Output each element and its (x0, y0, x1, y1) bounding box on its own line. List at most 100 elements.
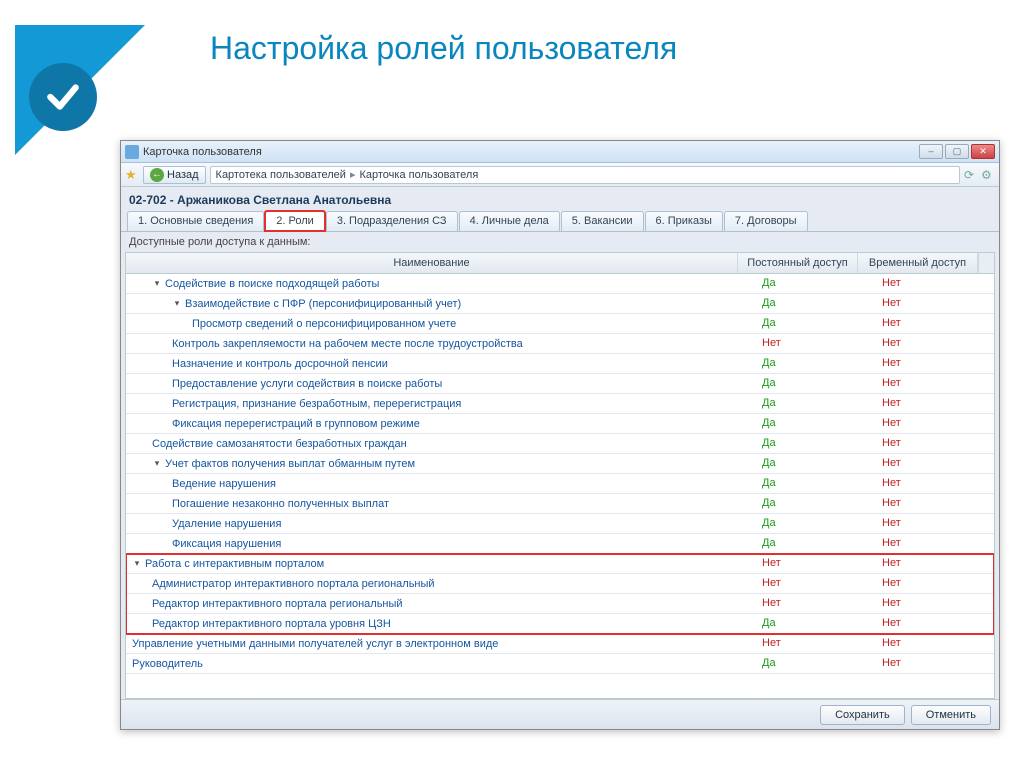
window-maximize-button[interactable]: ▢ (945, 144, 969, 159)
row-temporary[interactable]: Нет (874, 594, 994, 613)
row-temporary[interactable]: Нет (874, 554, 994, 573)
row-name-text: Администратор интерактивного портала рег… (152, 578, 435, 590)
table-row[interactable]: Администратор интерактивного портала рег… (126, 574, 994, 594)
tree-toggle-icon[interactable]: ▾ (132, 559, 142, 569)
row-temporary[interactable]: Нет (874, 494, 994, 513)
tab-0[interactable]: 1. Основные сведения (127, 211, 264, 231)
row-permanent[interactable]: Да (754, 474, 874, 493)
row-permanent[interactable]: Нет (754, 334, 874, 353)
table-row[interactable]: Редактор интерактивного портала регионал… (126, 594, 994, 614)
row-permanent[interactable]: Да (754, 414, 874, 433)
row-name-text: Содействие в поиске подходящей работы (165, 278, 379, 290)
table-row[interactable]: Руководитель ДаНет (126, 654, 994, 674)
row-permanent[interactable]: Нет (754, 574, 874, 593)
table-row[interactable]: ▾Учет фактов получения выплат обманным п… (126, 454, 994, 474)
table-row[interactable]: Погашение незаконно полученных выплатДаН… (126, 494, 994, 514)
table-row[interactable]: Контроль закрепляемости на рабочем месте… (126, 334, 994, 354)
row-permanent[interactable]: Да (754, 294, 874, 313)
row-permanent[interactable]: Нет (754, 554, 874, 573)
tab-3[interactable]: 4. Личные дела (459, 211, 560, 231)
row-temporary[interactable]: Нет (874, 314, 994, 333)
table-row[interactable]: Управление учетными данными получателей … (126, 634, 994, 654)
tab-6[interactable]: 7. Договоры (724, 211, 808, 231)
tab-4[interactable]: 5. Вакансии (561, 211, 644, 231)
row-name-text: Редактор интерактивного портала регионал… (152, 598, 403, 610)
table-row[interactable]: Удаление нарушенияДаНет (126, 514, 994, 534)
column-permanent[interactable]: Постоянный доступ (738, 253, 858, 273)
column-temporary[interactable]: Временный доступ (858, 253, 978, 273)
breadcrumb-part1: Картотека пользователей (216, 169, 346, 181)
row-temporary[interactable]: Нет (874, 374, 994, 393)
highlighted-role-block: ▾Работа с интерактивным порталомНетНет Ад… (126, 554, 994, 634)
window-close-button[interactable]: ✕ (971, 144, 995, 159)
table-row[interactable]: Регистрация, признание безработным, пере… (126, 394, 994, 414)
save-button[interactable]: Сохранить (820, 705, 905, 725)
tree-toggle-icon[interactable]: ▾ (152, 279, 162, 289)
row-temporary[interactable]: Нет (874, 394, 994, 413)
row-permanent[interactable]: Да (754, 314, 874, 333)
window-minimize-button[interactable]: – (919, 144, 943, 159)
row-name-text: Учет фактов получения выплат обманным пу… (165, 458, 415, 470)
row-permanent[interactable]: Да (754, 494, 874, 513)
row-name: Фиксация перерегистраций в групповом реж… (126, 414, 754, 433)
row-permanent[interactable]: Да (754, 274, 874, 293)
table-row[interactable]: ▾Содействие в поиске подходящей работыДа… (126, 274, 994, 294)
table-row[interactable]: Предоставление услуги содействия в поиск… (126, 374, 994, 394)
window-titlebar[interactable]: Карточка пользователя – ▢ ✕ (121, 141, 999, 163)
row-temporary[interactable]: Нет (874, 654, 994, 673)
table-row[interactable]: Фиксация нарушенияДаНет (126, 534, 994, 554)
row-permanent[interactable]: Да (754, 534, 874, 553)
row-permanent[interactable]: Нет (754, 634, 874, 653)
row-name: Назначение и контроль досрочной пенсии (126, 354, 754, 373)
row-temporary[interactable]: Нет (874, 294, 994, 313)
row-name: ▾Содействие в поиске подходящей работы (126, 274, 754, 293)
column-name[interactable]: Наименование (126, 253, 738, 273)
row-permanent[interactable]: Да (754, 654, 874, 673)
row-temporary[interactable]: Нет (874, 474, 994, 493)
table-row[interactable]: Содействие самозанятости безработных гра… (126, 434, 994, 454)
row-name: ▾Взаимодействие с ПФР (персонифицированн… (126, 294, 754, 313)
row-temporary[interactable]: Нет (874, 534, 994, 553)
refresh-icon[interactable]: ⟳ (964, 168, 978, 182)
row-temporary[interactable]: Нет (874, 274, 994, 293)
row-temporary[interactable]: Нет (874, 614, 994, 633)
row-temporary[interactable]: Нет (874, 574, 994, 593)
table-row[interactable]: Просмотр сведений о персонифицированном … (126, 314, 994, 334)
row-name-text: Контроль закрепляемости на рабочем месте… (172, 338, 523, 350)
gear-icon[interactable]: ⚙ (981, 168, 995, 182)
row-name-text: Руководитель (132, 658, 203, 670)
row-name-text: Редактор интерактивного портала уровня Ц… (152, 618, 391, 630)
cancel-button[interactable]: Отменить (911, 705, 991, 725)
row-temporary[interactable]: Нет (874, 414, 994, 433)
row-permanent[interactable]: Да (754, 514, 874, 533)
favorite-icon[interactable]: ★ (125, 168, 139, 182)
row-permanent[interactable]: Да (754, 454, 874, 473)
row-temporary[interactable]: Нет (874, 514, 994, 533)
tab-1[interactable]: 2. Роли (265, 211, 325, 231)
row-permanent[interactable]: Да (754, 354, 874, 373)
row-temporary[interactable]: Нет (874, 334, 994, 353)
row-permanent[interactable]: Да (754, 394, 874, 413)
table-row[interactable]: ▾Работа с интерактивным порталомНетНет (126, 554, 994, 574)
table-row[interactable]: ▾Взаимодействие с ПФР (персонифицированн… (126, 294, 994, 314)
tab-5[interactable]: 6. Приказы (645, 211, 723, 231)
grid-body[interactable]: ▾Содействие в поиске подходящей работыДа… (126, 274, 994, 698)
breadcrumb[interactable]: Картотека пользователей ▸ Карточка польз… (210, 166, 960, 184)
row-temporary[interactable]: Нет (874, 354, 994, 373)
tree-toggle-icon[interactable]: ▾ (172, 299, 182, 309)
row-temporary[interactable]: Нет (874, 454, 994, 473)
table-row[interactable]: Назначение и контроль досрочной пенсииДа… (126, 354, 994, 374)
row-temporary[interactable]: Нет (874, 434, 994, 453)
row-permanent[interactable]: Да (754, 374, 874, 393)
tab-2[interactable]: 3. Подразделения СЗ (326, 211, 458, 231)
row-permanent[interactable]: Да (754, 614, 874, 633)
table-row[interactable]: Фиксация перерегистраций в групповом реж… (126, 414, 994, 434)
back-button[interactable]: ← Назад (143, 166, 206, 184)
table-row[interactable]: Редактор интерактивного портала уровня Ц… (126, 614, 994, 634)
row-permanent[interactable]: Да (754, 434, 874, 453)
row-name-text: Управление учетными данными получателей … (132, 638, 498, 650)
tree-toggle-icon[interactable]: ▾ (152, 459, 162, 469)
table-row[interactable]: Ведение нарушенияДаНет (126, 474, 994, 494)
row-temporary[interactable]: Нет (874, 634, 994, 653)
row-permanent[interactable]: Нет (754, 594, 874, 613)
